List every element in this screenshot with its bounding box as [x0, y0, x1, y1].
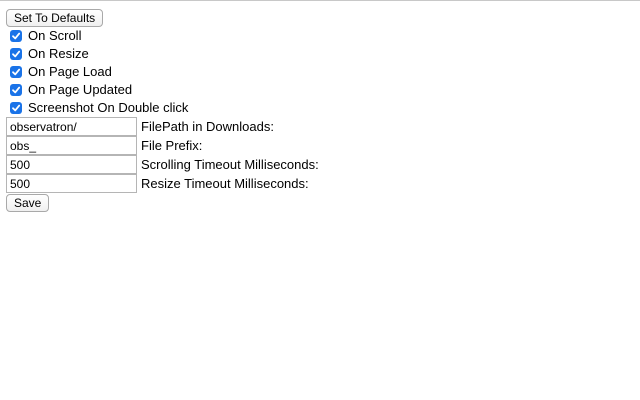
field-row-filepath: FilePath in Downloads: — [6, 117, 626, 136]
file-prefix-input[interactable] — [6, 136, 137, 155]
checkbox-row-on-resize: On Resize — [6, 45, 626, 63]
screenshot-double-click-label: Screenshot On Double click — [28, 100, 189, 115]
save-button[interactable]: Save — [6, 194, 50, 212]
file-prefix-label: File Prefix: — [141, 138, 203, 153]
scrolling-timeout-input[interactable] — [6, 155, 137, 174]
checkmark-icon — [12, 32, 21, 40]
checkbox-row-on-page-load: On Page Load — [6, 63, 626, 81]
on-page-updated-label: On Page Updated — [28, 82, 133, 97]
set-to-defaults-button[interactable]: Set To Defaults — [6, 9, 104, 27]
options-form: Set To Defaults On Scroll On Resize On P… — [6, 9, 626, 212]
screenshot-double-click-checkbox[interactable] — [10, 102, 22, 114]
top-divider — [0, 0, 640, 1]
filepath-input[interactable] — [6, 117, 137, 136]
field-row-resize-timeout: Resize Timeout Milliseconds: — [6, 174, 626, 193]
resize-timeout-input[interactable] — [6, 174, 137, 193]
checkmark-icon — [12, 50, 21, 58]
checkmark-icon — [12, 86, 21, 94]
scrolling-timeout-label: Scrolling Timeout Milliseconds: — [141, 157, 319, 172]
on-page-updated-checkbox[interactable] — [10, 84, 22, 96]
checkbox-row-on-scroll: On Scroll — [6, 27, 626, 45]
on-page-load-label: On Page Load — [28, 64, 112, 79]
defaults-row: Set To Defaults — [6, 9, 626, 27]
field-row-file-prefix: File Prefix: — [6, 136, 626, 155]
checkmark-icon — [12, 68, 21, 76]
on-resize-checkbox[interactable] — [10, 48, 22, 60]
resize-timeout-label: Resize Timeout Milliseconds: — [141, 176, 309, 191]
on-resize-label: On Resize — [28, 46, 89, 61]
on-scroll-checkbox[interactable] — [10, 30, 22, 42]
checkmark-icon — [12, 104, 21, 112]
on-scroll-label: On Scroll — [28, 28, 82, 43]
save-row: Save — [6, 194, 626, 212]
filepath-label: FilePath in Downloads: — [141, 119, 274, 134]
checkbox-row-screenshot-double-click: Screenshot On Double click — [6, 99, 626, 117]
field-row-scrolling-timeout: Scrolling Timeout Milliseconds: — [6, 155, 626, 174]
checkbox-row-on-page-updated: On Page Updated — [6, 81, 626, 99]
on-page-load-checkbox[interactable] — [10, 66, 22, 78]
